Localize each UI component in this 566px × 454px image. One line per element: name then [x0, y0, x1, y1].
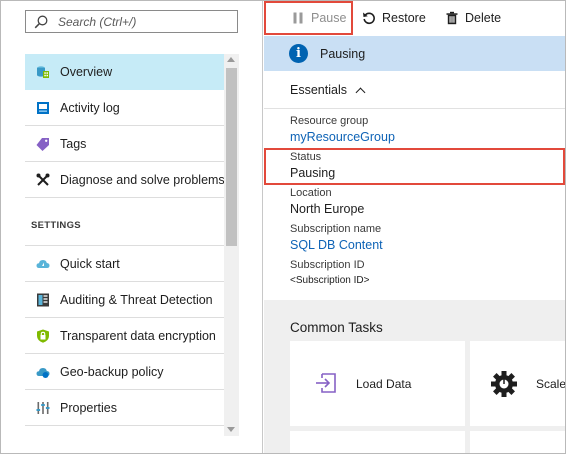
chevron-up-icon — [355, 87, 366, 97]
essentials-divider — [264, 108, 565, 109]
nav-item-label: Geo-backup policy — [60, 365, 164, 379]
scale-label: Scale — [536, 377, 565, 391]
location-value: North Europe — [290, 202, 365, 216]
nav-item-diagnose[interactable]: Diagnose and solve problems — [25, 162, 225, 198]
nav-item-label: Properties — [60, 401, 117, 415]
pause-highlight-box — [264, 1, 353, 35]
nav-item-geo-backup[interactable]: Geo-backup policy — [25, 354, 224, 390]
geo-backup-icon — [36, 368, 50, 378]
auditing-icon — [37, 293, 49, 307]
nav-item-label: Diagnose and solve problems — [60, 173, 225, 187]
subscription-id-label: Subscription ID — [290, 259, 365, 271]
status-highlight-box — [264, 148, 565, 185]
wrench-icon — [36, 173, 50, 186]
common-tasks-title: Common Tasks — [290, 320, 383, 335]
resource-group-link[interactable]: myResourceGroup — [290, 130, 395, 144]
scroll-down-arrow-icon[interactable] — [227, 427, 235, 432]
nav-menu: Overview Activity log Tags Diagnose and … — [25, 54, 225, 426]
settings-section-heading: SETTINGS — [25, 198, 224, 246]
common-tasks-section: Common Tasks Load Data Scale — [264, 300, 565, 453]
subscription-name-label: Subscription name — [290, 223, 382, 235]
trash-icon — [446, 11, 458, 25]
scrollbar-thumb[interactable] — [226, 68, 237, 246]
nav-item-properties[interactable]: Properties — [25, 390, 224, 426]
nav-item-label: Auditing & Threat Detection — [60, 293, 213, 307]
notification-text: Pausing — [320, 47, 366, 61]
settings-heading-text: SETTINGS — [31, 220, 81, 231]
subscription-id-value: <Subscription ID> — [290, 275, 370, 286]
left-nav-panel: Search (Ctrl+/) Overview Activity log Ta… — [1, 1, 263, 453]
delete-button-label: Delete — [465, 11, 502, 25]
nav-item-auditing[interactable]: Auditing & Threat Detection — [25, 282, 224, 318]
command-toolbar: Pause Restore Delete — [264, 1, 565, 35]
resource-group-label: Resource group — [290, 115, 369, 127]
cloud-icon — [36, 260, 50, 268]
task-tile-partial[interactable] — [290, 431, 465, 453]
essentials-title: Essentials — [290, 83, 347, 97]
info-icon: i — [289, 44, 308, 63]
search-placeholder: Search (Ctrl+/) — [58, 15, 137, 29]
search-icon — [34, 15, 48, 29]
nav-item-label: Transparent data encryption — [60, 329, 216, 343]
load-data-label: Load Data — [356, 377, 412, 391]
nav-item-quick-start[interactable]: Quick start — [25, 246, 224, 282]
properties-icon — [36, 402, 50, 414]
restore-button-label: Restore — [382, 11, 426, 25]
content-panel: Pause Restore Delete i Pausing Essential… — [264, 1, 565, 453]
scale-tile[interactable]: Scale — [470, 341, 565, 426]
nav-scrollbar[interactable] — [224, 54, 239, 436]
nav-item-transparent-encryption[interactable]: Transparent data encryption — [25, 318, 224, 354]
notification-bar: i Pausing — [264, 36, 565, 71]
restore-icon — [363, 12, 375, 25]
gear-icon — [491, 371, 517, 397]
import-icon — [316, 373, 336, 393]
scroll-up-arrow-icon[interactable] — [227, 57, 235, 62]
task-tile-partial[interactable] — [470, 431, 565, 453]
nav-item-label: Overview — [60, 65, 113, 79]
database-icon — [37, 66, 49, 78]
tag-icon — [36, 138, 49, 151]
load-data-tile[interactable]: Load Data — [290, 341, 465, 426]
nav-item-label: Activity log — [60, 101, 120, 115]
nav-item-label: Tags — [60, 137, 87, 151]
location-label: Location — [290, 187, 332, 199]
nav-item-overview[interactable]: Overview — [25, 54, 224, 90]
restore-button[interactable]: Restore — [362, 9, 426, 27]
nav-item-activity-log[interactable]: Activity log — [25, 90, 224, 126]
activity-log-icon — [37, 102, 49, 114]
search-box[interactable]: Search (Ctrl+/) — [25, 10, 238, 33]
nav-item-tags[interactable]: Tags — [25, 126, 224, 162]
nav-item-label: Quick start — [60, 257, 120, 271]
essentials-toggle[interactable]: Essentials — [290, 83, 366, 97]
shield-icon — [37, 329, 49, 343]
delete-button[interactable]: Delete — [445, 9, 501, 27]
subscription-name-link[interactable]: SQL DB Content — [290, 238, 383, 252]
